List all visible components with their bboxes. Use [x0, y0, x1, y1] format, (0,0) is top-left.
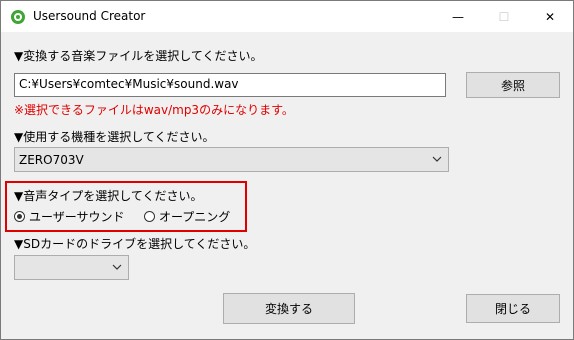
- radio-button-checked[interactable]: [14, 211, 25, 222]
- window-title: Usersound Creator: [33, 9, 146, 23]
- close-window-button[interactable]: ✕: [527, 1, 573, 32]
- radio-button-unchecked[interactable]: [144, 211, 155, 222]
- model-dropdown-value: ZERO703V: [19, 153, 84, 167]
- sd-drive-label: ▼SDカードのドライブを選択してください。: [14, 237, 256, 251]
- app-window: Usersound Creator — ☐ ✕ ▼変換する音楽ファイルを選択して…: [0, 0, 574, 340]
- model-dropdown[interactable]: ZERO703V: [14, 147, 449, 172]
- title-bar[interactable]: Usersound Creator — ☐ ✕: [1, 1, 573, 32]
- minimize-button[interactable]: —: [435, 1, 481, 32]
- radio-opening[interactable]: オープニング: [144, 208, 230, 225]
- sd-drive-dropdown[interactable]: [14, 255, 129, 280]
- browse-button[interactable]: 参照: [466, 72, 560, 98]
- file-type-warning: ※選択できるファイルはwav/mp3のみになります。: [14, 103, 294, 117]
- radio-user-sound-label: ユーザーサウンド: [29, 210, 125, 224]
- model-select-label: ▼使用する機種を選択してください。: [14, 130, 215, 144]
- app-logo-icon: [11, 10, 25, 24]
- file-select-label: ▼変換する音楽ファイルを選択してください。: [14, 49, 263, 63]
- radio-dot: [17, 214, 22, 219]
- maximize-button[interactable]: ☐: [481, 1, 527, 32]
- convert-button[interactable]: 変換する: [223, 293, 355, 324]
- radio-opening-label: オープニング: [159, 210, 231, 224]
- close-button[interactable]: 閉じる: [466, 294, 560, 323]
- radio-user-sound[interactable]: ユーザーサウンド: [14, 208, 125, 225]
- file-path-input[interactable]: C:¥Users¥comtec¥Music¥sound.wav: [14, 73, 446, 97]
- voice-type-label: ▼音声タイプを選択してください。: [14, 189, 203, 203]
- chevron-down-icon: [432, 156, 442, 162]
- chevron-down-icon: [112, 264, 122, 270]
